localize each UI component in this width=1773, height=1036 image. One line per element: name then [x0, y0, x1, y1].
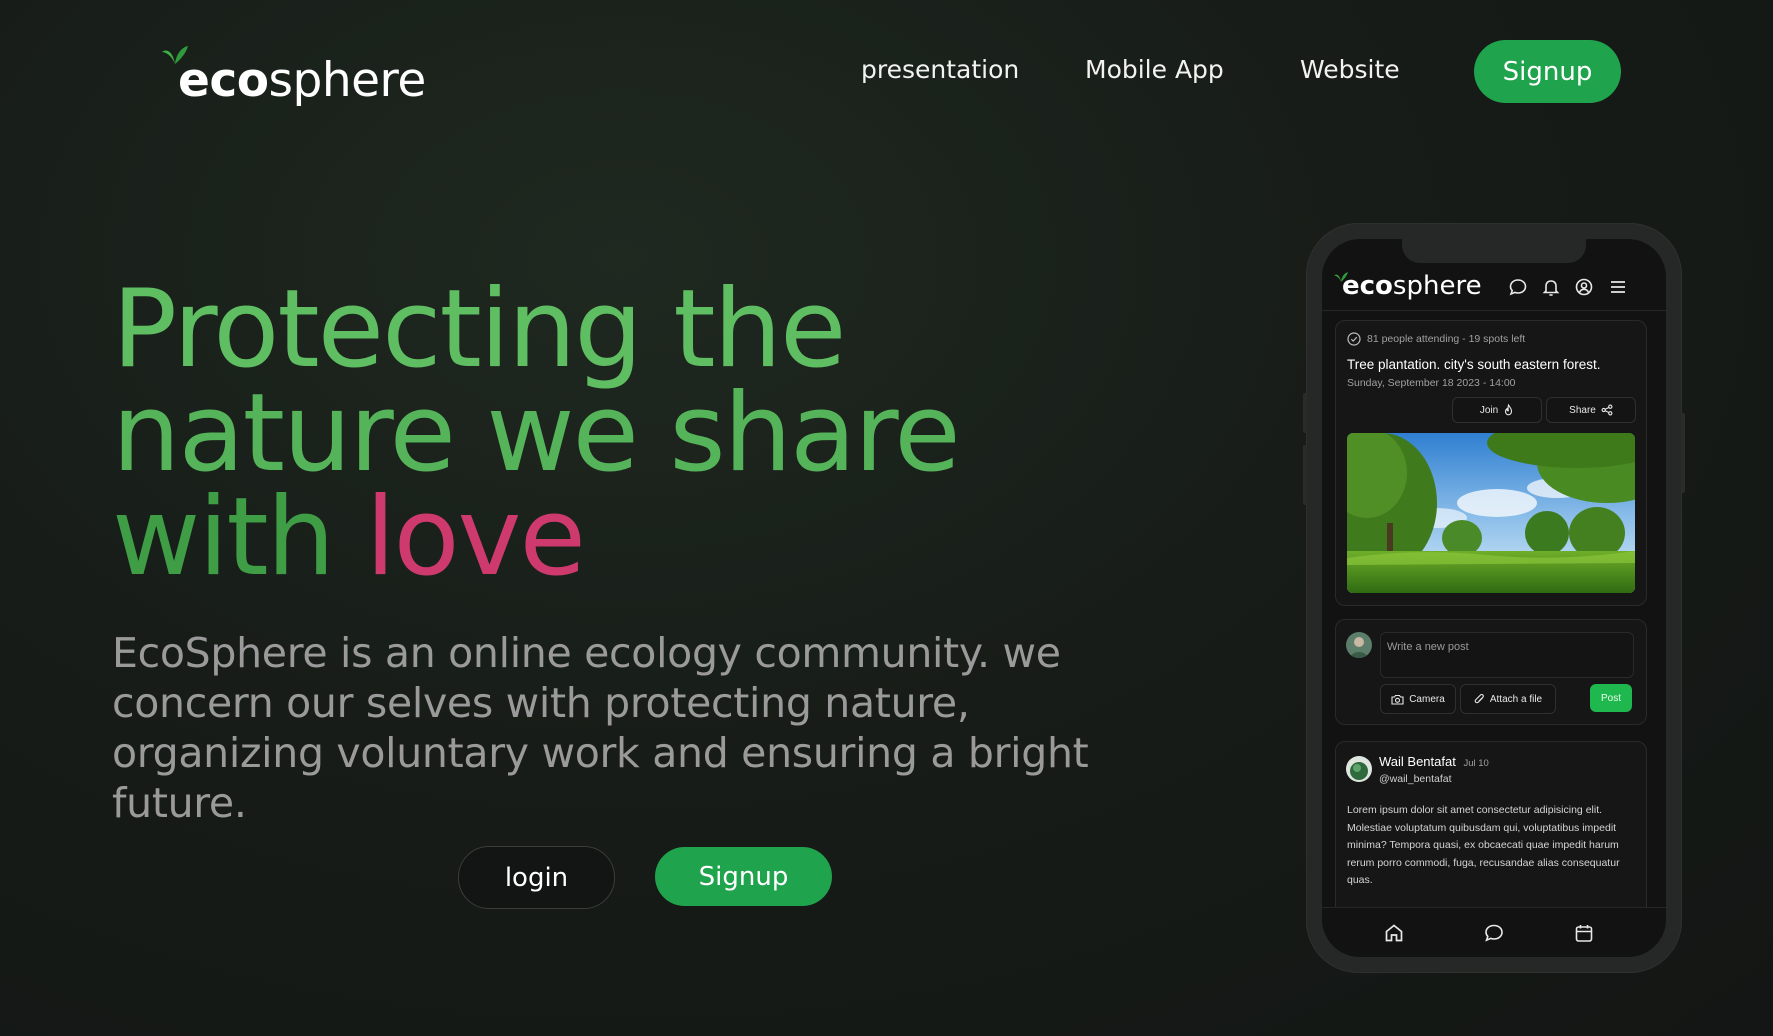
attach-file-button[interactable]: Attach a file: [1460, 684, 1556, 714]
share-icon: [1601, 404, 1613, 416]
hero-title-line-1: Protecting the: [112, 267, 846, 392]
header-signup-button[interactable]: Signup: [1474, 40, 1621, 103]
event-title: Tree plantation. city's south eastern fo…: [1347, 357, 1601, 372]
app-logo[interactable]: ecosphere: [1334, 271, 1482, 301]
hero-title: Protecting the nature we share with love: [112, 267, 961, 600]
post-button[interactable]: Post: [1590, 684, 1632, 712]
home-icon[interactable]: [1383, 922, 1405, 944]
app-header: ecosphere: [1322, 265, 1666, 311]
brand-logo[interactable]: ecosphere: [162, 44, 426, 104]
brand-name: ecosphere: [178, 53, 426, 108]
share-button[interactable]: Share: [1546, 397, 1636, 423]
nav-website[interactable]: Website: [1300, 55, 1400, 84]
event-card: 81 people attending - 19 spots left Tree…: [1335, 320, 1647, 606]
paperclip-icon: [1474, 693, 1484, 704]
composer-card: Write a new post Camera Attach a file Po…: [1335, 619, 1647, 725]
check-circle-icon: [1347, 332, 1361, 346]
camera-label: Camera: [1409, 693, 1445, 705]
camera-icon: [1391, 694, 1404, 705]
camera-button[interactable]: Camera: [1380, 684, 1456, 714]
phone-notch: [1402, 239, 1586, 263]
calendar-icon[interactable]: [1573, 922, 1595, 944]
menu-icon[interactable]: [1608, 277, 1628, 297]
user-circle-icon[interactable]: [1574, 277, 1594, 297]
login-button[interactable]: login: [458, 846, 615, 909]
event-attendance: 81 people attending - 19 spots left: [1367, 333, 1526, 345]
phone-volume-down: [1303, 445, 1307, 505]
chat-icon[interactable]: [1483, 922, 1505, 944]
share-label: Share: [1569, 404, 1596, 416]
flame-icon: [1505, 404, 1513, 416]
join-button[interactable]: Join: [1452, 397, 1542, 423]
event-image: [1347, 433, 1635, 593]
phone-screen: ecosphere 81 people attending - 19 spots…: [1322, 239, 1666, 957]
post-author-name[interactable]: Wail Bentafat: [1379, 754, 1456, 769]
new-post-input[interactable]: Write a new post: [1380, 632, 1634, 678]
bottom-nav: [1322, 907, 1666, 957]
avatar[interactable]: [1346, 756, 1372, 782]
phone-mockup: ecosphere 81 people attending - 19 spots…: [1303, 223, 1685, 973]
avatar[interactable]: [1346, 632, 1372, 658]
join-label: Join: [1479, 404, 1499, 416]
nav-presentation[interactable]: presentation: [861, 55, 1019, 84]
hero-description: EcoSphere is an online ecology community…: [112, 629, 1089, 827]
leaf-icon: [162, 46, 188, 64]
hero-title-line-2: nature we share: [112, 371, 961, 496]
post-date: Jul 10: [1463, 758, 1489, 769]
post-body: Lorem ipsum dolor sit amet consectetur a…: [1347, 804, 1620, 886]
leaf-icon: [1334, 272, 1348, 282]
signup-button[interactable]: Signup: [655, 847, 832, 906]
post-author: Wail Bentafat Jul 10: [1379, 754, 1489, 769]
post-handle[interactable]: @wail_bentafat: [1379, 773, 1452, 785]
hero-highlight-word: love: [365, 475, 585, 600]
phone-volume-up: [1303, 393, 1307, 433]
event-datetime: Sunday, September 18 2023 - 14:00: [1347, 377, 1516, 389]
chat-icon[interactable]: [1508, 277, 1528, 297]
hero-title-line-3: with love: [112, 475, 586, 600]
phone-power-button: [1681, 413, 1685, 493]
attach-file-label: Attach a file: [1489, 693, 1543, 705]
bell-icon[interactable]: [1541, 277, 1561, 297]
nav-mobile-app[interactable]: Mobile App: [1085, 55, 1224, 84]
